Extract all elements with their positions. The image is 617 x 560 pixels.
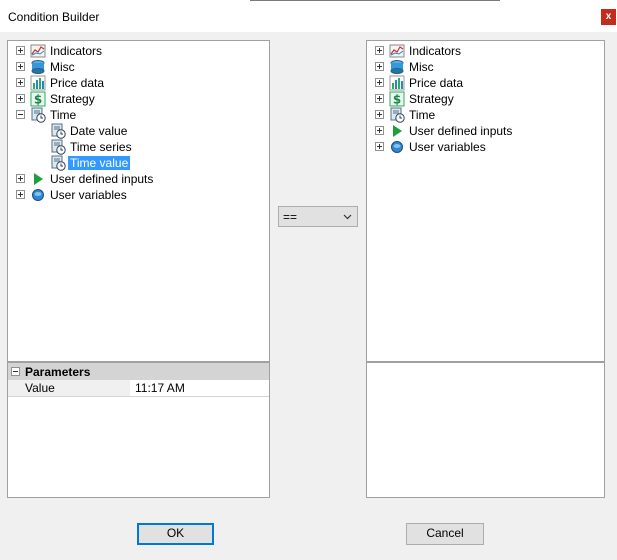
time-icon: [31, 107, 46, 123]
svg-text:$: $: [393, 93, 401, 107]
title-bar-edge: [250, 0, 500, 1]
expand-icon[interactable]: [375, 110, 384, 119]
expand-icon[interactable]: [375, 62, 384, 71]
tree-item-label: Indicators: [50, 44, 103, 58]
tree-item-label: Price data: [409, 76, 464, 90]
window-title: Condition Builder: [8, 10, 100, 24]
time-icon: [51, 123, 66, 139]
expand-icon[interactable]: [16, 62, 25, 71]
right-tree-panel: Indicators Misc Price data $ Strategy Time Use…: [366, 40, 605, 498]
play-icon: [34, 173, 43, 185]
indicators-icon: [389, 44, 405, 58]
parameter-row: Value 11:17 AM: [8, 380, 269, 397]
play-icon: [393, 125, 402, 137]
strategy-icon: $: [389, 91, 405, 107]
price-data-icon: [389, 75, 405, 91]
misc-icon: [31, 60, 45, 74]
tree-item-label: Strategy: [50, 92, 95, 106]
ok-button[interactable]: OK: [137, 523, 214, 545]
price-data-icon: [30, 75, 46, 91]
tree-item-label: User variables: [50, 188, 127, 202]
tree-item-label: Time value: [68, 156, 131, 170]
expand-icon[interactable]: [375, 142, 384, 151]
expand-icon[interactable]: [16, 46, 25, 55]
operator-dropdown[interactable]: ==: [278, 206, 358, 227]
tree-item-label: Misc: [50, 60, 75, 74]
parameter-name-cell: Value: [8, 380, 130, 396]
time-icon: [51, 155, 66, 171]
left-tree-panel: Indicators Misc Price data $ Strategy Time Dat…: [7, 40, 270, 498]
tree-item-label: User variables: [409, 140, 486, 154]
cancel-button[interactable]: Cancel: [406, 523, 484, 545]
title-bar: Condition Builder x: [0, 0, 617, 32]
expand-icon[interactable]: [16, 174, 25, 183]
collapse-icon[interactable]: [16, 110, 25, 119]
tree-item-label: Price data: [50, 76, 105, 90]
chevron-down-icon: [343, 214, 352, 220]
variable-icon: [32, 189, 44, 201]
tree-item-label: User defined inputs: [409, 124, 513, 138]
close-button[interactable]: x: [601, 9, 616, 25]
time-icon: [51, 139, 66, 155]
collapse-icon[interactable]: [11, 367, 20, 376]
expand-icon[interactable]: [375, 126, 384, 135]
tree-item-label: User defined inputs: [50, 172, 154, 186]
tree-item-label: Time series: [70, 140, 132, 154]
expand-icon[interactable]: [16, 190, 25, 199]
parameter-value-field[interactable]: 11:17 AM: [131, 381, 185, 395]
tree-item-label: Date value: [70, 124, 128, 138]
tree-item-label: Strategy: [409, 92, 454, 106]
parameters-title: Parameters: [25, 365, 91, 379]
tree-item-label: Indicators: [409, 44, 462, 58]
tree-item-label: Time: [409, 108, 436, 122]
expand-icon[interactable]: [16, 94, 25, 103]
expand-icon[interactable]: [375, 94, 384, 103]
right-splitter[interactable]: [367, 361, 604, 363]
expand-icon[interactable]: [16, 78, 25, 87]
parameter-name: Value: [25, 381, 55, 395]
tree-item-label: Time: [50, 108, 77, 122]
variable-icon: [391, 141, 403, 153]
parameters-header[interactable]: Parameters: [8, 363, 269, 380]
strategy-icon: $: [30, 91, 46, 107]
svg-text:$: $: [34, 93, 42, 107]
expand-icon[interactable]: [375, 78, 384, 87]
expand-icon[interactable]: [375, 46, 384, 55]
time-icon: [390, 107, 405, 123]
misc-icon: [390, 60, 404, 74]
indicators-icon: [30, 44, 46, 58]
tree-item-label: Misc: [409, 60, 434, 74]
operator-value: ==: [283, 210, 298, 224]
